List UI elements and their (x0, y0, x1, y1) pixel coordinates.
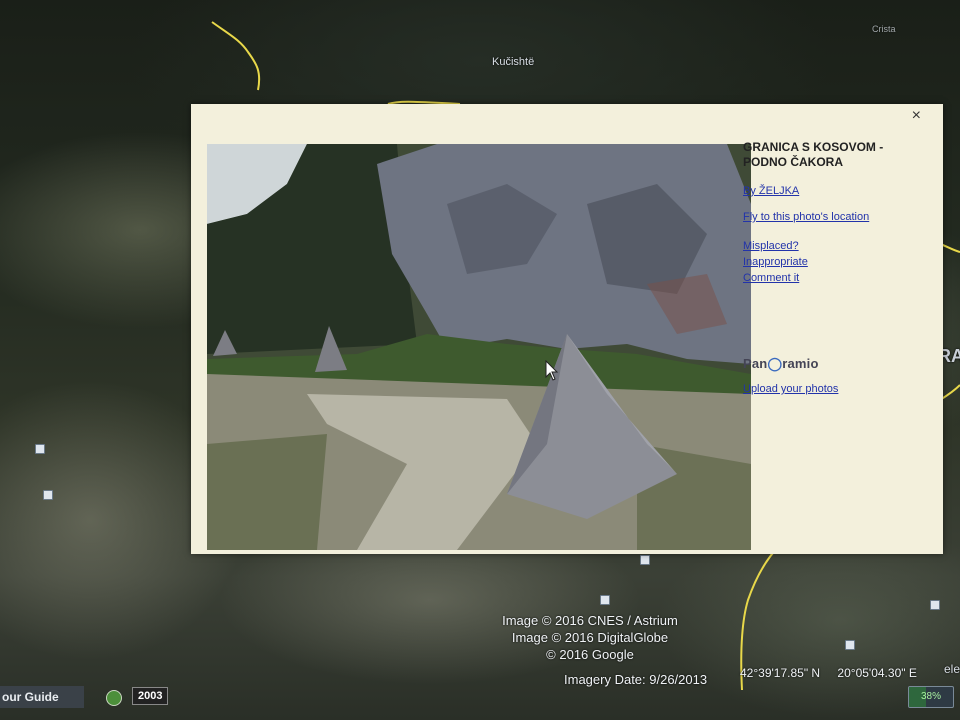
attribution-line: Image © 2016 CNES / Astrium (502, 613, 678, 628)
inappropriate-link[interactable]: Inappropriate (743, 254, 923, 270)
longitude: 20°05'04.30" E (837, 666, 917, 680)
misplaced-link[interactable]: Misplaced? (743, 238, 923, 254)
attribution-line: Image © 2016 DigitalGlobe (511, 630, 669, 645)
mouse-cursor-icon (545, 360, 559, 381)
photo-marker-icon[interactable] (600, 595, 610, 605)
battery-icon: 38% (908, 686, 954, 708)
photo-marker-icon[interactable] (43, 490, 53, 500)
report-links: Misplaced? Inappropriate Comment it (743, 238, 923, 286)
panoramio-logo-prefix: Pan (743, 356, 768, 371)
photo-image[interactable] (207, 144, 751, 550)
historical-imagery-icon[interactable] (106, 690, 122, 706)
photo-marker-icon[interactable] (35, 444, 45, 454)
photo-info-panel: GRANICA S KOSOVOM - PODNO ČAKORA By ŽELJ… (743, 140, 923, 396)
author-link[interactable]: By ŽELJKA (743, 184, 923, 198)
close-icon[interactable]: × (912, 108, 921, 124)
year-badge[interactable]: 2003 (132, 687, 169, 705)
fly-to-location-link[interactable]: Fly to this photo's location (743, 210, 923, 224)
upload-photos-link[interactable]: Upload your photos (743, 382, 923, 396)
attribution-line: © 2016 Google (546, 647, 634, 662)
panoramio-o-icon: ◯ (767, 356, 783, 371)
map-place-label: Crista (872, 24, 896, 34)
coordinates-readout: 42°39'17.85" N 20°05'04.30" E (740, 666, 931, 680)
photo-popup: × GRANICA S KOSOVOM - PODNO ČAKORA By ŽE… (191, 104, 943, 554)
panoramio-logo: Pan◯ramio (743, 356, 923, 372)
photo-marker-icon[interactable] (930, 600, 940, 610)
photo-title: GRANICA S KOSOVOM - PODNO ČAKORA (743, 140, 884, 169)
photo-marker-icon[interactable] (640, 555, 650, 565)
comment-link[interactable]: Comment it (743, 270, 923, 286)
tour-guide-button[interactable]: our Guide (0, 686, 84, 708)
imagery-date: Imagery Date: 9/26/2013 (564, 672, 708, 687)
panoramio-logo-suffix: ramio (782, 356, 819, 371)
latitude: 42°39'17.85" N (740, 666, 821, 680)
image-attribution: Image © 2016 CNES / Astrium Image © 2016… (470, 612, 710, 663)
photo-marker-icon[interactable] (845, 640, 855, 650)
map-place-label: Kučishtë (492, 56, 535, 68)
battery-label: 38% (920, 691, 941, 702)
map-corner-label: ele (944, 662, 960, 676)
